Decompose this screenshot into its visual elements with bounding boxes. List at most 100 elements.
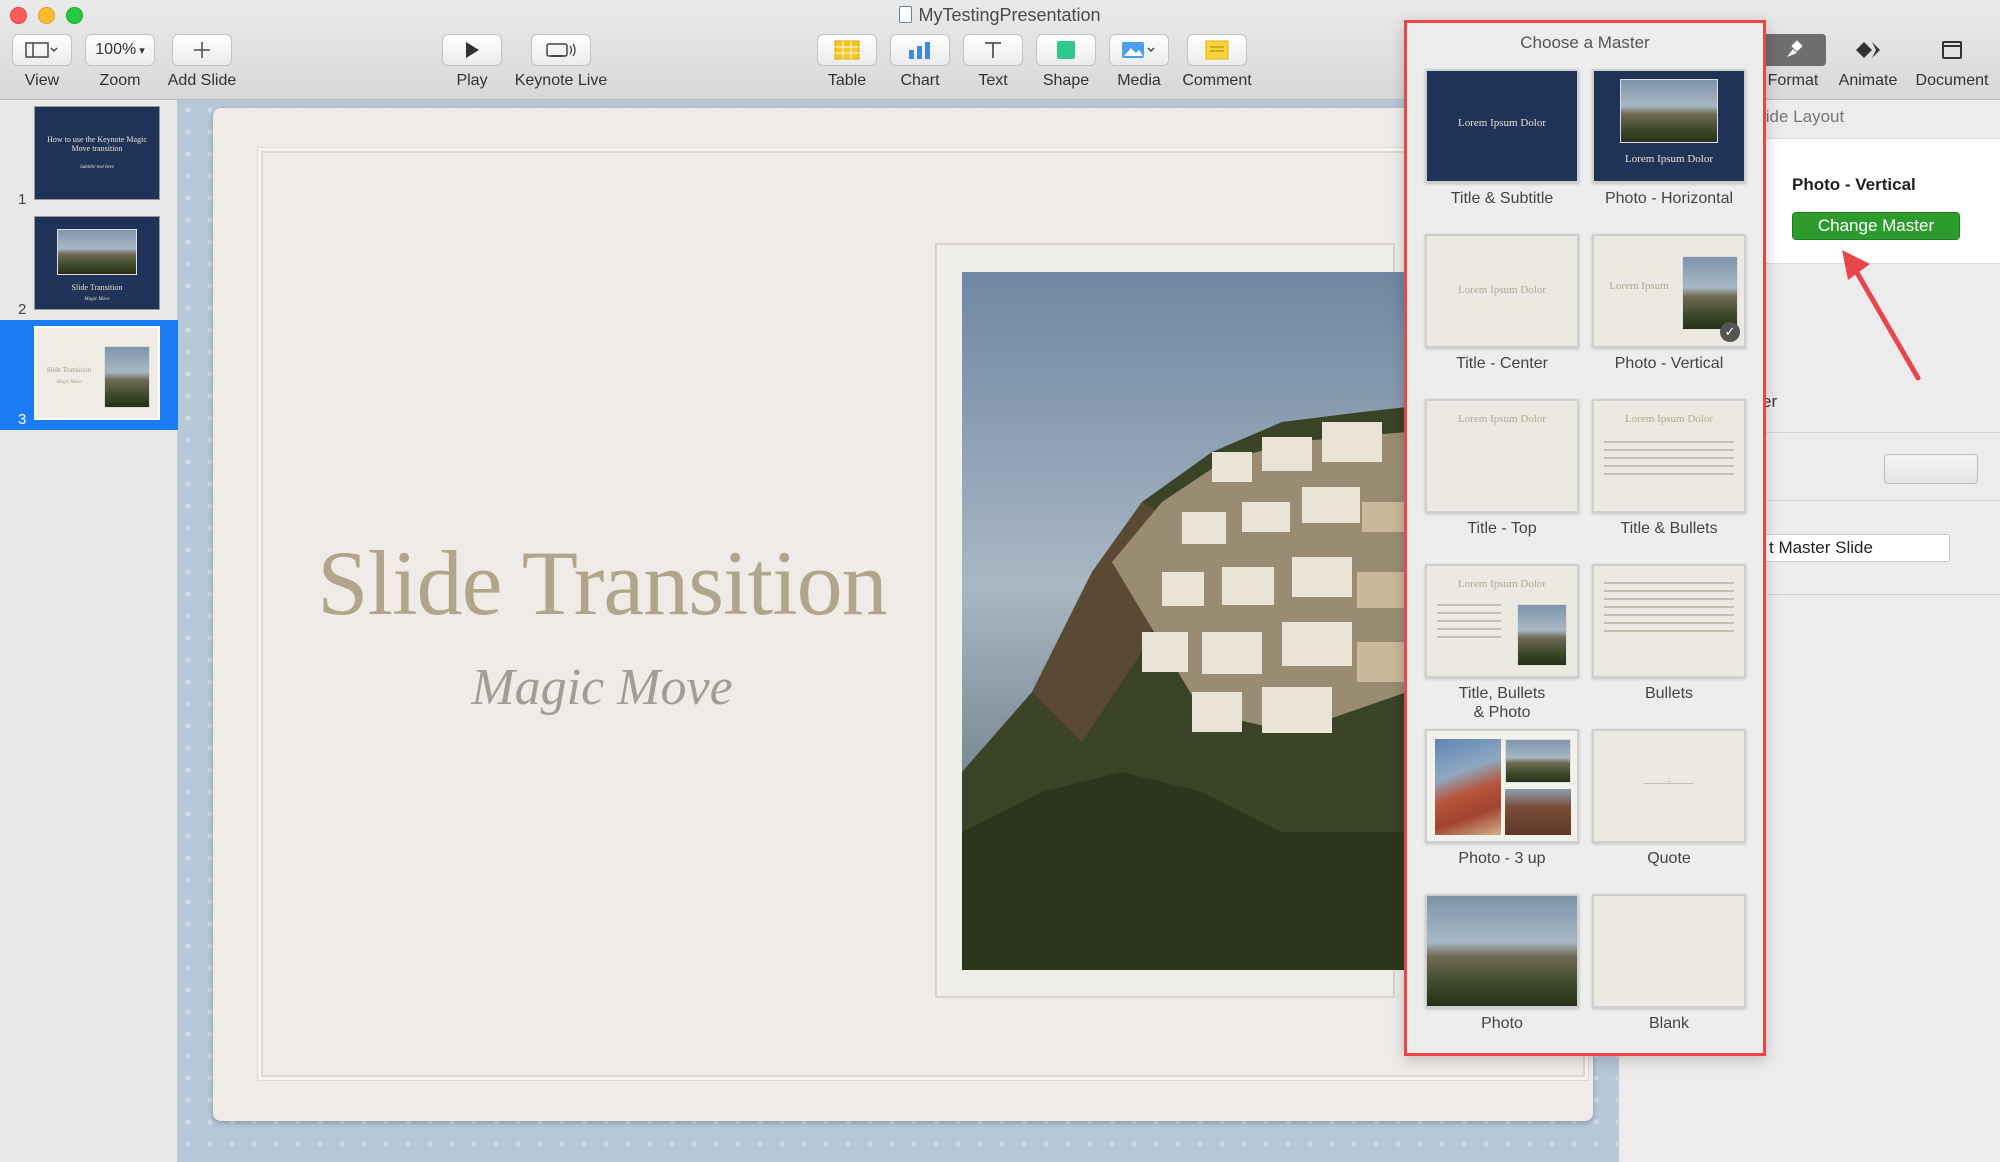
- chart-control[interactable]: Chart: [890, 34, 950, 90]
- media-button[interactable]: [1109, 34, 1169, 66]
- slide-photo[interactable]: [962, 272, 1407, 970]
- divider: [1762, 500, 2000, 501]
- master-photo: [1505, 789, 1571, 835]
- slide-thumbnail-2[interactable]: Slide Transition Magic Move 2: [0, 210, 178, 320]
- view-label: View: [24, 72, 60, 89]
- master-thumbnail: Lorem Ipsum Dolor: [1425, 69, 1579, 183]
- shape-icon: [1057, 41, 1075, 59]
- text-button[interactable]: [963, 34, 1023, 66]
- document-tab-label: Document: [1915, 72, 1989, 89]
- master-title-subtitle[interactable]: Lorem Ipsum Dolor Title & Subtitle: [1422, 69, 1582, 208]
- slide-navigator[interactable]: How to use the Keynote Magic Move transi…: [0, 100, 178, 1162]
- tab-format[interactable]: Format: [1760, 34, 1826, 90]
- master-thumbnail: Lorem Ipsum Dolor: [1592, 399, 1746, 513]
- add-slide-button[interactable]: [172, 34, 232, 66]
- thumb-subtitle: Subtitle text here: [80, 165, 114, 170]
- master-thumbnail: Lorem Ipsum ✓: [1592, 234, 1746, 348]
- chart-label: Chart: [900, 72, 940, 89]
- play-control[interactable]: Play: [441, 34, 503, 90]
- animate-tab-button[interactable]: [1832, 34, 1904, 66]
- inspector-control-button[interactable]: [1884, 454, 1978, 484]
- play-button[interactable]: [442, 34, 502, 66]
- thumb-photo: [57, 229, 137, 275]
- master-thumbnail: [1592, 894, 1746, 1008]
- master-photo[interactable]: Photo: [1422, 894, 1582, 1033]
- zoom-value: 100%: [95, 41, 137, 58]
- annotation-arrow-icon: [1842, 250, 1921, 381]
- divider: [1762, 594, 2000, 595]
- master-photo: [1517, 604, 1567, 666]
- text-control[interactable]: Text: [963, 34, 1023, 90]
- slide-subtitle[interactable]: Magic Move: [282, 658, 922, 717]
- window-title-text: MyTestingPresentation: [918, 5, 1101, 25]
- table-control[interactable]: Table: [816, 34, 878, 90]
- keynote-live-icon: [546, 43, 576, 57]
- change-master-button[interactable]: Change Master: [1792, 212, 1960, 240]
- play-label: Play: [456, 72, 488, 89]
- master-title-bullets-photo[interactable]: Lorem Ipsum Dolor Title, Bullets & Photo: [1422, 564, 1582, 722]
- master-placeholder-text: Lorem Ipsum Dolor: [1625, 153, 1713, 165]
- master-title-bullets[interactable]: Lorem Ipsum Dolor Title & Bullets: [1589, 399, 1749, 538]
- add-slide-control[interactable]: Add Slide: [165, 34, 239, 90]
- diamond-icon: [1856, 42, 1880, 58]
- shape-label: Shape: [1042, 72, 1090, 89]
- slide-thumbnail-1[interactable]: How to use the Keynote Magic Move transi…: [0, 100, 178, 210]
- master-photo: [1435, 739, 1501, 835]
- paintbrush-icon: [1787, 40, 1803, 57]
- shape-button[interactable]: [1036, 34, 1096, 66]
- master-placeholder-text: Lorem Ipsum Dolor: [1625, 413, 1713, 425]
- master-label: Title, Bullets & Photo: [1458, 685, 1546, 721]
- master-thumbnail: [1425, 894, 1579, 1008]
- view-button[interactable]: [12, 34, 72, 66]
- comment-label: Comment: [1182, 72, 1252, 89]
- comment-button[interactable]: [1187, 34, 1247, 66]
- view-control[interactable]: View: [12, 34, 72, 90]
- master-photo-horizontal[interactable]: Lorem Ipsum Dolor Photo - Horizontal: [1589, 69, 1749, 208]
- master-placeholder-text: Lorem Ipsum Dolor: [1458, 284, 1546, 296]
- table-icon: [834, 40, 860, 60]
- zoom-label: Zoom: [99, 72, 141, 89]
- media-control[interactable]: Media: [1109, 34, 1169, 90]
- bullet-placeholder-lines: [1437, 604, 1501, 644]
- master-label: Bullets: [1644, 685, 1694, 702]
- table-label: Table: [827, 72, 867, 89]
- thumb-subtitle: Magic Move: [56, 380, 82, 385]
- choose-master-popover[interactable]: Choose a Master Lorem Ipsum Dolor Title …: [1404, 20, 1766, 1056]
- master-photo-3-up[interactable]: Photo - 3 up: [1422, 729, 1582, 868]
- master-blank[interactable]: Blank: [1589, 894, 1749, 1033]
- current-master-name: Photo - Vertical: [1792, 175, 1916, 194]
- master-quote[interactable]: " Quote: [1589, 729, 1749, 868]
- master-title-top[interactable]: Lorem Ipsum Dolor Title - Top: [1422, 399, 1582, 538]
- chevron-down-icon: ▾: [139, 44, 145, 57]
- master-label: Photo - 3 up: [1458, 850, 1546, 867]
- master-label: Quote: [1647, 850, 1691, 867]
- master-photo-vertical[interactable]: Lorem Ipsum ✓ Photo - Vertical: [1589, 234, 1749, 373]
- master-placeholder-text: Lorem Ipsum Dolor: [1458, 578, 1546, 590]
- slide-thumbnail-3[interactable]: Slide Transition Magic Move 3: [0, 320, 178, 430]
- slide-number: 3: [18, 411, 27, 428]
- master-label: Title - Top: [1467, 520, 1537, 537]
- format-tab-button[interactable]: [1760, 34, 1826, 66]
- document-icon: [1942, 41, 1962, 59]
- master-label: Photo - Horizontal: [1604, 190, 1734, 207]
- tab-document[interactable]: Document: [1908, 34, 1996, 90]
- shape-control[interactable]: Shape: [1036, 34, 1096, 90]
- text-label: Text: [978, 72, 1008, 89]
- keynote-live-button[interactable]: [531, 34, 591, 66]
- edit-master-slide-button[interactable]: t Master Slide: [1762, 534, 1950, 562]
- slide-title[interactable]: Slide Transition: [282, 530, 922, 636]
- checkmark-icon: ✓: [1720, 322, 1740, 342]
- master-thumbnail: Lorem Ipsum Dolor: [1425, 564, 1579, 678]
- document-tab-button[interactable]: [1908, 34, 1996, 66]
- tab-animate[interactable]: Animate: [1832, 34, 1904, 90]
- master-title-center[interactable]: Lorem Ipsum Dolor Title - Center: [1422, 234, 1582, 373]
- master-bullets[interactable]: Bullets: [1589, 564, 1749, 703]
- comment-control[interactable]: Comment: [1182, 34, 1252, 90]
- keynote-live-control[interactable]: Keynote Live: [510, 34, 612, 90]
- table-button[interactable]: [817, 34, 877, 66]
- text-icon: [985, 42, 1001, 58]
- inspector-tabs: Format Animate Document: [1760, 34, 2000, 98]
- chart-button[interactable]: [890, 34, 950, 66]
- zoom-control[interactable]: 100% ▾ Zoom: [85, 34, 155, 90]
- zoom-select[interactable]: 100% ▾: [85, 34, 155, 66]
